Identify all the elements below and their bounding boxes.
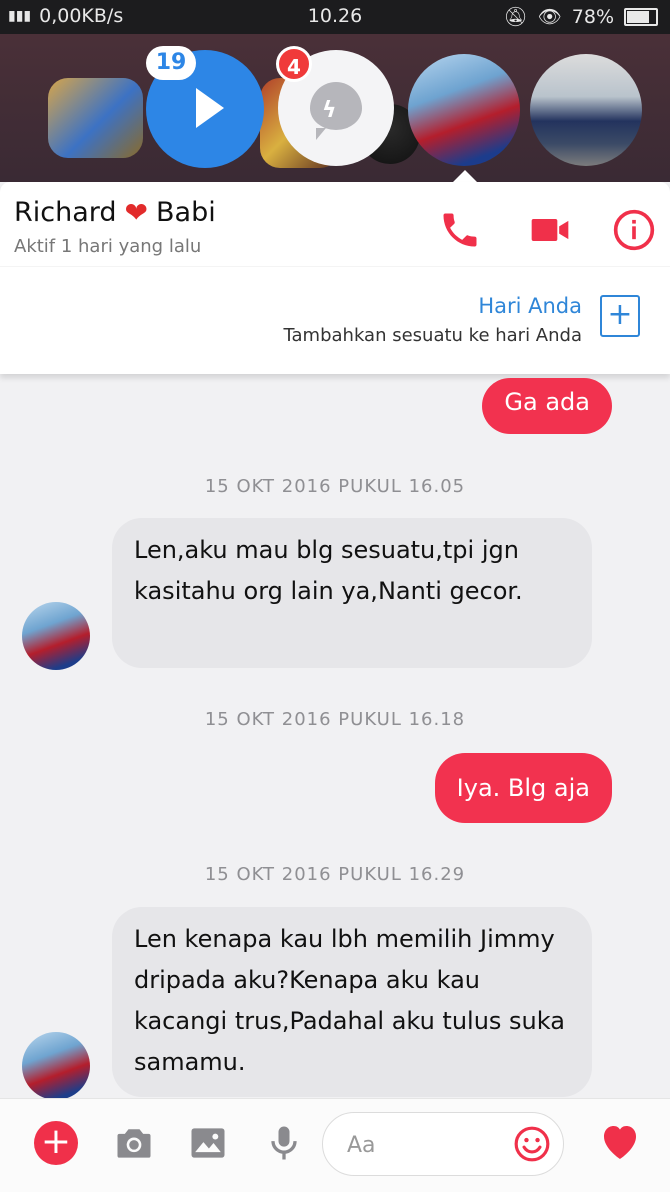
timestamp: 15 OKT 2016 PUKUL 16.29 xyxy=(204,864,466,885)
eye-icon: 👁︎ xyxy=(537,6,562,28)
microphone-icon[interactable] xyxy=(262,1121,306,1165)
header-divider xyxy=(0,266,670,267)
message-outgoing[interactable]: Iya. Blg aja xyxy=(434,753,612,823)
story-title[interactable]: Hari Anda xyxy=(478,294,582,318)
timestamp: 15 OKT 2016 PUKUL 16.05 xyxy=(204,476,466,497)
timestamp: 15 OKT 2016 PUKUL 16.18 xyxy=(204,709,466,730)
battery-level: 78% xyxy=(571,5,614,28)
message-composer: + xyxy=(0,1098,670,1192)
emoji-icon[interactable] xyxy=(513,1125,551,1163)
video-badge: 19 xyxy=(146,46,196,80)
message-incoming[interactable]: Len kenapa kau lbh memilih Jimmy dripada… xyxy=(112,907,592,1097)
message-input[interactable] xyxy=(345,1127,499,1163)
messenger-bolt-icon: ϟ xyxy=(322,98,337,123)
play-icon xyxy=(196,88,224,128)
camera-icon[interactable] xyxy=(112,1121,156,1165)
conversation-header: Richard ❤ Babi Aktif 1 hari yang lalu Ha… xyxy=(0,182,670,374)
contact-avatar[interactable] xyxy=(22,1032,90,1100)
status-bar: ▮▮▮ 0,00KB/s 10.26 🔕︎ 👁︎ 78% xyxy=(0,0,670,34)
contact-last-name: Babi xyxy=(156,197,216,228)
info-icon[interactable] xyxy=(612,208,656,252)
message-outgoing[interactable]: Ga ada xyxy=(482,378,612,434)
contact-chat-head-active[interactable] xyxy=(408,54,520,166)
video-call-icon[interactable] xyxy=(528,208,572,252)
gallery-icon[interactable] xyxy=(186,1121,230,1165)
contact-chat-head-group[interactable] xyxy=(530,54,642,166)
message-incoming[interactable]: Len,aku mau blg sesuatu,tpi jgn kasitahu… xyxy=(112,518,592,668)
contact-avatar[interactable] xyxy=(22,602,90,670)
heart-icon[interactable] xyxy=(596,1117,644,1165)
active-status: Aktif 1 hari yang lalu xyxy=(14,236,202,257)
messenger-badge: 4 xyxy=(276,46,312,82)
heart-emoji: ❤ xyxy=(124,196,148,229)
add-story-button[interactable]: + xyxy=(600,295,640,337)
contact-first-name: Richard xyxy=(14,197,117,228)
contact-name[interactable]: Richard ❤ Babi xyxy=(14,196,216,229)
sticker-scroll xyxy=(48,78,143,158)
plus-icon[interactable]: + xyxy=(34,1121,78,1165)
bell-off-icon: 🔕︎ xyxy=(503,6,528,28)
battery-icon xyxy=(624,7,658,26)
phone-icon[interactable] xyxy=(438,208,482,252)
message-input-wrapper xyxy=(322,1112,564,1176)
chat-heads-strip: 19 ϟ 4 xyxy=(0,34,670,182)
story-subtitle: Tambahkan sesuatu ke hari Anda xyxy=(283,325,583,346)
